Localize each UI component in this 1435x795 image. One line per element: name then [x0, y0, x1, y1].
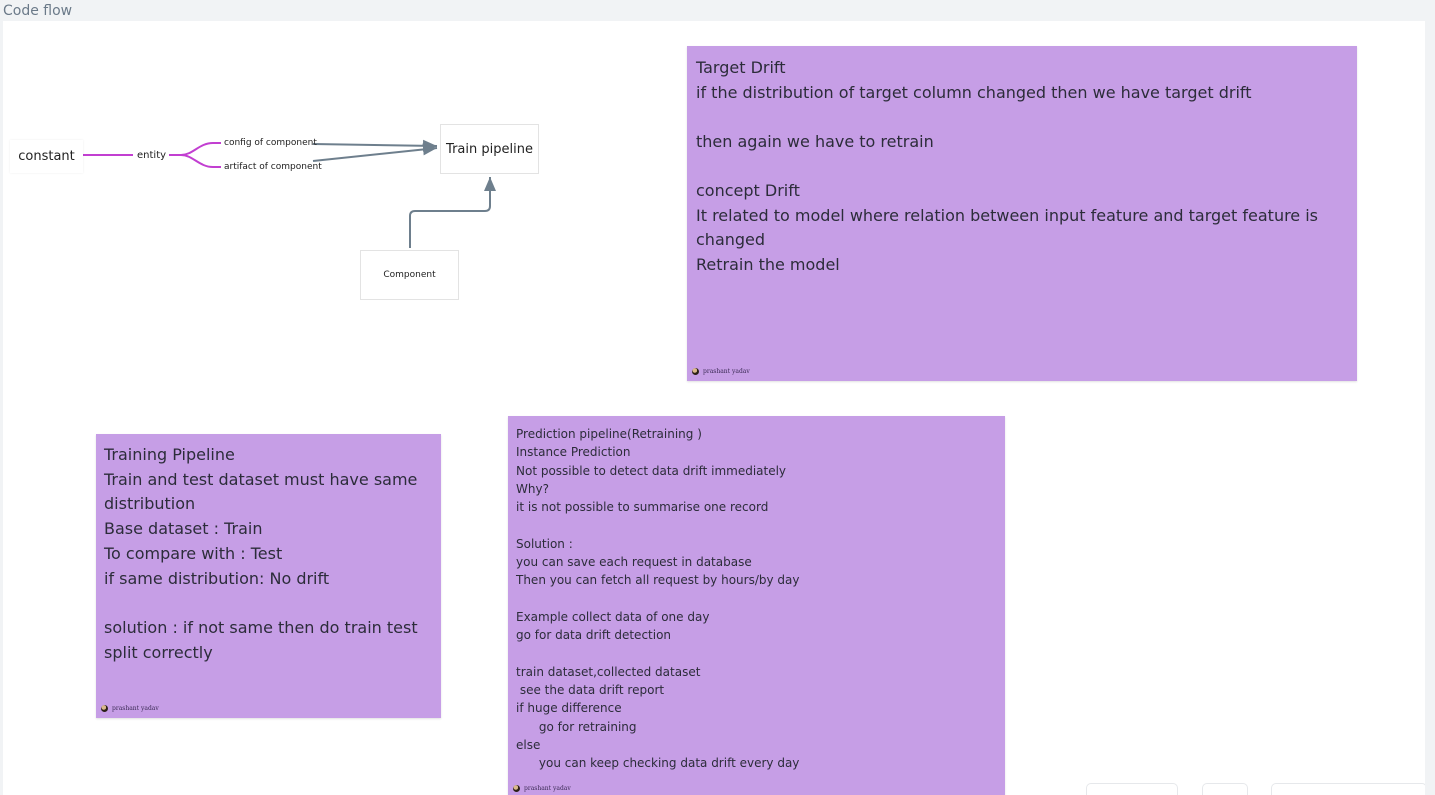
sticky-note-text: Target Drift if the distribution of targ…	[696, 58, 1319, 274]
sticky-note-target-drift[interactable]: Target Drift if the distribution of targ…	[687, 46, 1357, 381]
branch-bottom-curve	[180, 154, 221, 168]
sticky-note-training-pipeline[interactable]: Training Pipeline Train and test dataset…	[96, 434, 441, 718]
frame-title[interactable]: Code flow	[3, 3, 72, 19]
config-branch-label[interactable]: config of component	[224, 138, 317, 148]
author-avatar	[692, 368, 699, 375]
artifact-branch-label[interactable]: artifact of component	[224, 162, 322, 172]
author-avatar	[101, 705, 108, 712]
sticky-note-text: Training Pipeline Train and test dataset…	[104, 445, 418, 662]
whiteboard-canvas[interactable]: constant entity config of component arti…	[3, 21, 1425, 795]
author-name: prashant yadav	[703, 368, 750, 375]
entity-node[interactable]: entity	[137, 150, 166, 161]
author-avatar	[513, 785, 520, 792]
sticky-note-author: prashant yadav	[101, 705, 159, 712]
sticky-note-text: Prediction pipeline(Retraining ) Instanc…	[516, 427, 800, 771]
sticky-note-author: prashant yadav	[692, 368, 750, 375]
view-toolbar[interactable]	[1202, 783, 1248, 795]
sticky-note-author: prashant yadav	[513, 785, 571, 792]
component-node[interactable]: Component	[360, 250, 459, 300]
author-name: prashant yadav	[524, 785, 571, 792]
constant-node[interactable]: constant	[10, 140, 83, 173]
branch-top-curve	[180, 142, 221, 156]
component-label: Component	[383, 270, 436, 280]
actions-toolbar[interactable]	[1271, 783, 1425, 795]
zoom-controls-toolbar[interactable]	[1086, 783, 1178, 795]
config-arrow	[312, 139, 438, 152]
train-pipeline-node[interactable]: Train pipeline	[440, 124, 539, 174]
sticky-note-prediction-pipeline[interactable]: Prediction pipeline(Retraining ) Instanc…	[508, 416, 1005, 795]
train-pipeline-label: Train pipeline	[446, 141, 533, 157]
component-arrow	[409, 177, 496, 248]
artifact-arrow	[312, 143, 438, 162]
author-name: prashant yadav	[112, 705, 159, 712]
constant-label: constant	[18, 149, 75, 164]
